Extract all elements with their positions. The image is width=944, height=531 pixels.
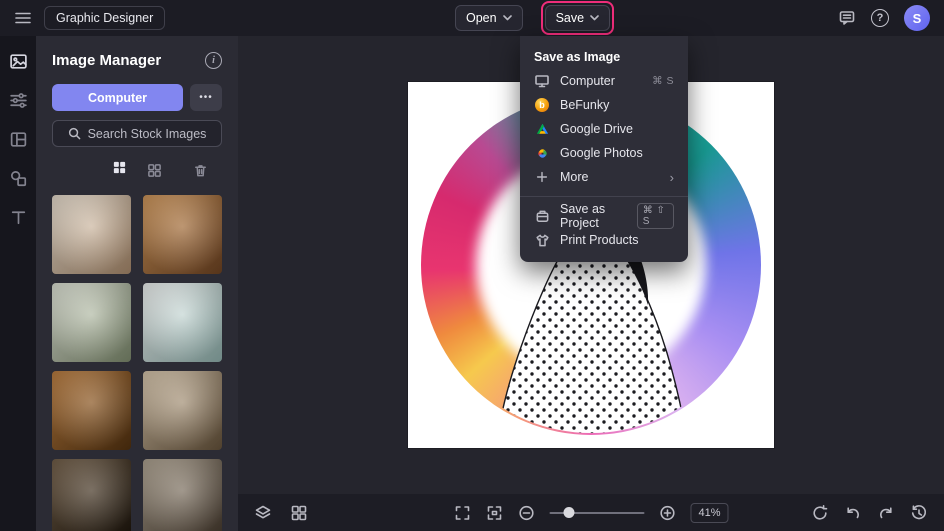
thumbnail-baguettes[interactable]: [143, 459, 222, 531]
topbar-right: ? S: [838, 5, 934, 31]
save-menu-header: Save as Image: [520, 42, 688, 69]
menu-item-label: More: [560, 170, 588, 184]
search-placeholder: Search Stock Images: [88, 127, 207, 141]
thumbnail-grid: [52, 195, 222, 531]
befunky-icon: b: [534, 97, 550, 113]
shortcut-badge: ⌘ ⇧ S: [637, 203, 674, 229]
bottom-toolbar: 41%: [238, 494, 944, 531]
thumbnail-woman-smiling[interactable]: [143, 283, 222, 362]
fullscreen-icon[interactable]: [453, 504, 471, 522]
thumbnail-woman-field-hat[interactable]: [143, 195, 222, 274]
thumbnail-woman-with-flowers[interactable]: [52, 283, 131, 362]
compact-grid-view-icon[interactable]: [147, 163, 162, 178]
fit-to-screen-icon[interactable]: [485, 504, 503, 522]
menu-item-label: Google Drive: [560, 122, 633, 136]
menu-item-label: Computer: [560, 74, 615, 88]
undo-icon[interactable]: [844, 504, 862, 522]
chevron-down-icon: [503, 15, 512, 21]
sidebar-item-templates[interactable]: [7, 128, 29, 150]
tshirt-icon: [534, 232, 550, 248]
save-button-label: Save: [556, 11, 585, 25]
save-button[interactable]: Save: [545, 5, 611, 31]
sidebar-item-graphics[interactable]: [7, 167, 29, 189]
thumbnail-flour-dark-scene[interactable]: [52, 459, 131, 531]
help-icon[interactable]: ?: [871, 9, 889, 27]
menu-item-label: Google Photos: [560, 146, 643, 160]
rotate-canvas-icon[interactable]: [811, 504, 829, 522]
layers-icon[interactable]: [254, 504, 272, 522]
sidebar-item-image-manager[interactable]: [7, 50, 29, 72]
thumbnail-pastries[interactable]: [52, 371, 131, 450]
thumbnail-woman-white-hat[interactable]: [52, 195, 131, 274]
pages-grid-icon[interactable]: [290, 504, 308, 522]
image-manager-panel: Image Manager i Computer ••• Search Stoc…: [36, 36, 238, 531]
avatar[interactable]: S: [904, 5, 930, 31]
open-button[interactable]: Open: [455, 5, 523, 31]
menu-divider: [520, 196, 688, 197]
app-title-label: Graphic Designer: [56, 11, 153, 25]
feedback-icon[interactable]: [838, 9, 856, 27]
zoom-slider-knob[interactable]: [563, 507, 574, 518]
thumbnail-bread-dough[interactable]: [143, 371, 222, 450]
topbar-center: Open Save: [455, 0, 614, 36]
save-dropdown-menu: Save as Image Computer ⌘ S b BeFunky Goo…: [520, 36, 688, 262]
zoom-level-value[interactable]: 41%: [690, 503, 728, 523]
menu-item-save-as-project[interactable]: Save as Project ⌘ ⇧ S: [520, 204, 688, 228]
zoom-in-icon[interactable]: [658, 504, 676, 522]
more-options-button[interactable]: •••: [190, 84, 222, 111]
info-icon[interactable]: i: [205, 52, 222, 69]
topbar: Graphic Designer Open Save ? S: [0, 0, 944, 36]
zoom-out-icon[interactable]: [517, 504, 535, 522]
panel-title: Image Manager: [52, 52, 161, 69]
menu-item-google-drive[interactable]: Google Drive: [520, 117, 688, 141]
hamburger-menu-icon[interactable]: [14, 9, 32, 27]
save-button-highlight-box: Save: [541, 1, 615, 35]
chevron-down-icon: [590, 15, 599, 21]
project-icon: [534, 208, 550, 224]
search-icon: [68, 127, 81, 140]
app-title: Graphic Designer: [44, 6, 165, 30]
computer-source-button[interactable]: Computer: [52, 84, 183, 111]
tools-sidebar: [0, 36, 36, 531]
view-options-row: [52, 160, 222, 180]
search-stock-images-input[interactable]: Search Stock Images: [52, 120, 222, 147]
sidebar-item-edit[interactable]: [7, 89, 29, 111]
sidebar-item-text[interactable]: [7, 206, 29, 228]
menu-item-label: BeFunky: [560, 98, 609, 112]
plus-icon: [534, 169, 550, 185]
shortcut-label: ⌘ S: [652, 75, 674, 87]
history-reset-icon[interactable]: [910, 504, 928, 522]
chevron-right-icon: ›: [670, 171, 674, 184]
menu-item-print-products[interactable]: Print Products: [520, 228, 688, 252]
menu-item-computer[interactable]: Computer ⌘ S: [520, 69, 688, 93]
zoom-slider[interactable]: [549, 512, 644, 514]
menu-item-label: Print Products: [560, 233, 639, 247]
redo-icon[interactable]: [877, 504, 895, 522]
menu-item-befunky[interactable]: b BeFunky: [520, 93, 688, 117]
menu-item-more[interactable]: More ›: [520, 165, 688, 189]
grid-view-icon[interactable]: [112, 160, 127, 180]
google-photos-icon: [534, 145, 550, 161]
menu-item-label: Save as Project: [560, 202, 627, 230]
trash-icon[interactable]: [193, 163, 208, 178]
menu-item-google-photos[interactable]: Google Photos: [520, 141, 688, 165]
open-button-label: Open: [466, 11, 497, 25]
computer-icon: [534, 73, 550, 89]
google-drive-icon: [534, 121, 550, 137]
